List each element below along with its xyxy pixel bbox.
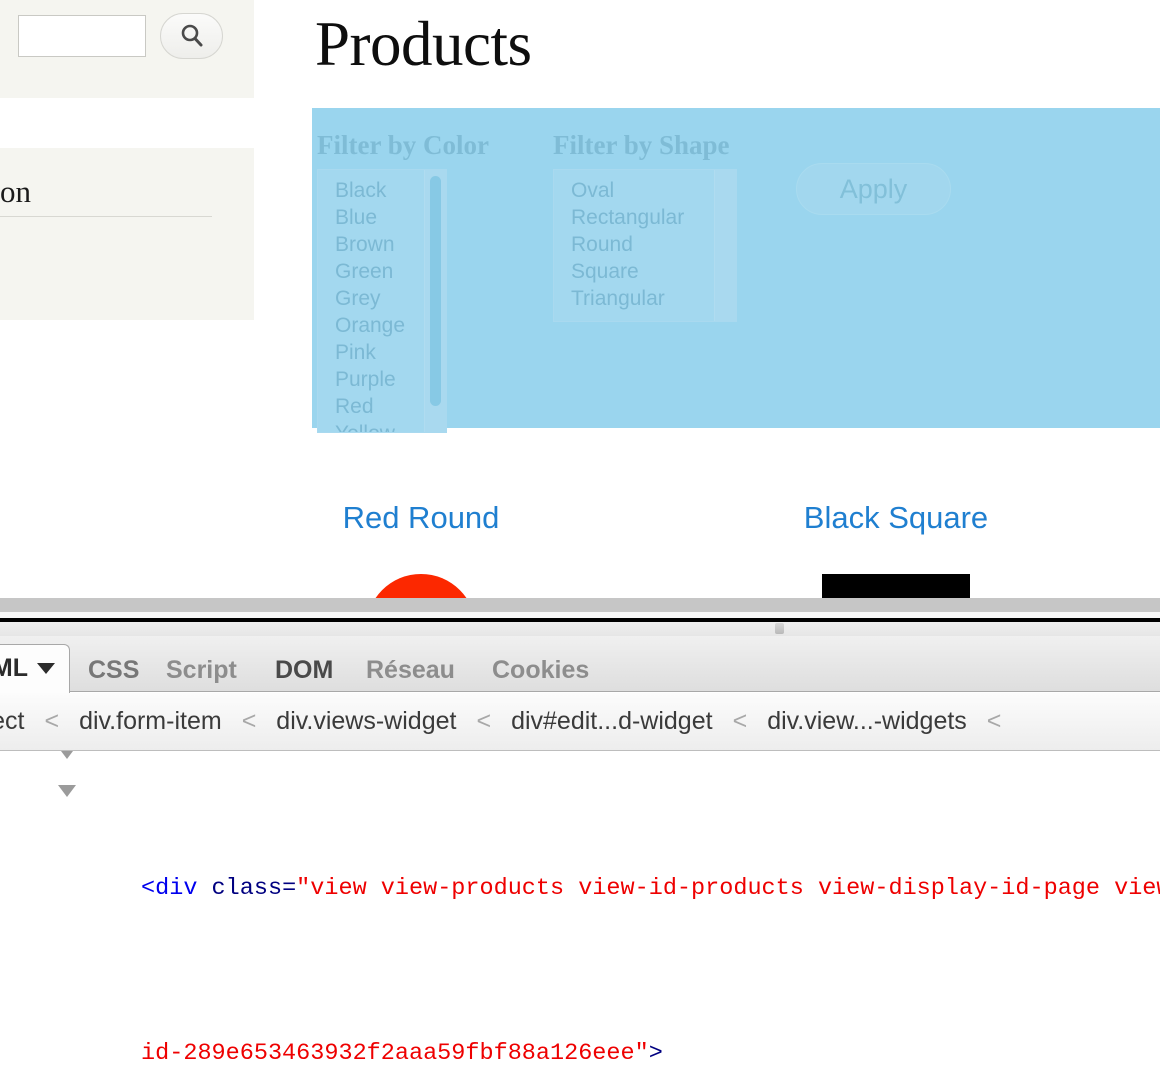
sidebar-navigation-block: on tent [0, 148, 254, 320]
shape-filter-label: Filter by Shape [553, 130, 730, 160]
shape-filter-group: Filter by Shape Oval Rectangular Round S… [553, 130, 737, 322]
code-line-continuation[interactable]: id-289e653463932f2aaa59fbf88a126eee"> [0, 971, 1160, 1088]
shape-filter-listbox[interactable]: Oval Rectangular Round Square Triangular [553, 169, 737, 322]
dom-source-tree[interactable]: <div class="content"> <div class="view v… [0, 751, 1160, 1088]
product-title[interactable]: Red Round [330, 500, 512, 536]
shape-listbox-scrollbar[interactable] [714, 170, 736, 321]
apply-button[interactable]: Apply [796, 163, 951, 215]
code-line[interactable]: <div class="content"> [0, 751, 1160, 773]
breadcrumb-item[interactable]: div.form-item [79, 707, 222, 736]
breadcrumb-separator: < [986, 707, 1002, 735]
devtools-resize-handle[interactable] [775, 623, 784, 634]
color-filter-listbox[interactable]: Black Blue Brown Green Grey Orange Pink … [317, 169, 447, 433]
color-listbox-scroll-thumb[interactable] [430, 176, 441, 406]
code-line[interactable]: <div class="view view-products view-id-p… [0, 773, 1160, 971]
list-item[interactable]: Square [571, 258, 736, 285]
devtools-resize-row [0, 622, 1160, 636]
list-item[interactable]: Rectangular [571, 204, 736, 231]
list-item[interactable]: Triangular [571, 285, 736, 312]
tab-dom[interactable]: DOM [275, 656, 333, 697]
tab-cookies[interactable]: Cookies [492, 656, 589, 697]
disclosure-triangle-icon[interactable] [58, 751, 76, 759]
sidebar-search-block [0, 0, 254, 98]
code-token: class= [197, 875, 297, 902]
product-teaser-black-square: Black Square [790, 500, 1002, 598]
product-shape-round [366, 574, 476, 598]
breadcrumb-separator: < [241, 707, 257, 735]
breadcrumb: m-select < div.form-item < div.views-wid… [0, 693, 1160, 751]
code-token: > [648, 1040, 663, 1067]
tab-html-label: ML [0, 653, 28, 682]
code-token: <div [141, 875, 198, 902]
breadcrumb-item[interactable]: div.views-widget [276, 707, 456, 736]
search-icon [177, 21, 207, 51]
screenshot-root: on tent Products Filter by Color Black B… [0, 0, 1160, 1088]
chevron-down-icon[interactable] [37, 662, 55, 674]
page-horizontal-scrollbar[interactable] [0, 598, 1160, 612]
browser-page-viewport: on tent Products Filter by Color Black B… [0, 0, 1160, 598]
devtools-tabbar: ML CSS Script DOM Réseau Cookies [0, 636, 1160, 693]
product-title[interactable]: Black Square [790, 500, 1002, 536]
code-token: "view view-products view-id-products vie… [296, 875, 1160, 902]
disclosure-triangle-icon[interactable] [58, 785, 76, 797]
color-filter-group: Filter by Color Black Blue Brown Green G… [317, 130, 489, 433]
list-item[interactable]: Oval [571, 177, 736, 204]
search-button[interactable] [160, 13, 223, 59]
tab-reseau[interactable]: Réseau [366, 656, 455, 697]
tab-script[interactable]: Script [166, 656, 237, 697]
devtools-panel: ML CSS Script DOM Réseau Cookies m-selec… [0, 598, 1160, 1088]
breadcrumb-separator: < [476, 707, 492, 735]
product-shape-square [822, 574, 970, 598]
tab-css[interactable]: CSS [88, 656, 139, 697]
search-input[interactable] [18, 15, 146, 57]
sidebar-search-row [18, 13, 223, 59]
sidebar-navigation-title: on [0, 174, 31, 209]
breadcrumb-separator: < [44, 707, 60, 735]
tab-html[interactable]: ML [0, 644, 70, 693]
list-item[interactable]: Round [571, 231, 736, 258]
breadcrumb-separator: < [732, 707, 748, 735]
page-title: Products [315, 9, 532, 79]
product-teaser-red-round: Red Round [330, 500, 512, 598]
breadcrumb-item[interactable]: div#edit...d-widget [511, 707, 713, 736]
color-filter-label: Filter by Color [317, 130, 489, 160]
exposed-filter-form-highlight: Filter by Color Black Blue Brown Green G… [312, 108, 1160, 433]
sidebar-divider [0, 216, 212, 217]
breadcrumb-item[interactable]: div.view...-widgets [767, 707, 967, 736]
color-listbox-scrollbar[interactable] [424, 170, 446, 432]
code-token: id-289e653463932f2aaa59fbf88a126eee" [141, 1040, 649, 1067]
breadcrumb-item[interactable]: m-select [0, 707, 24, 736]
